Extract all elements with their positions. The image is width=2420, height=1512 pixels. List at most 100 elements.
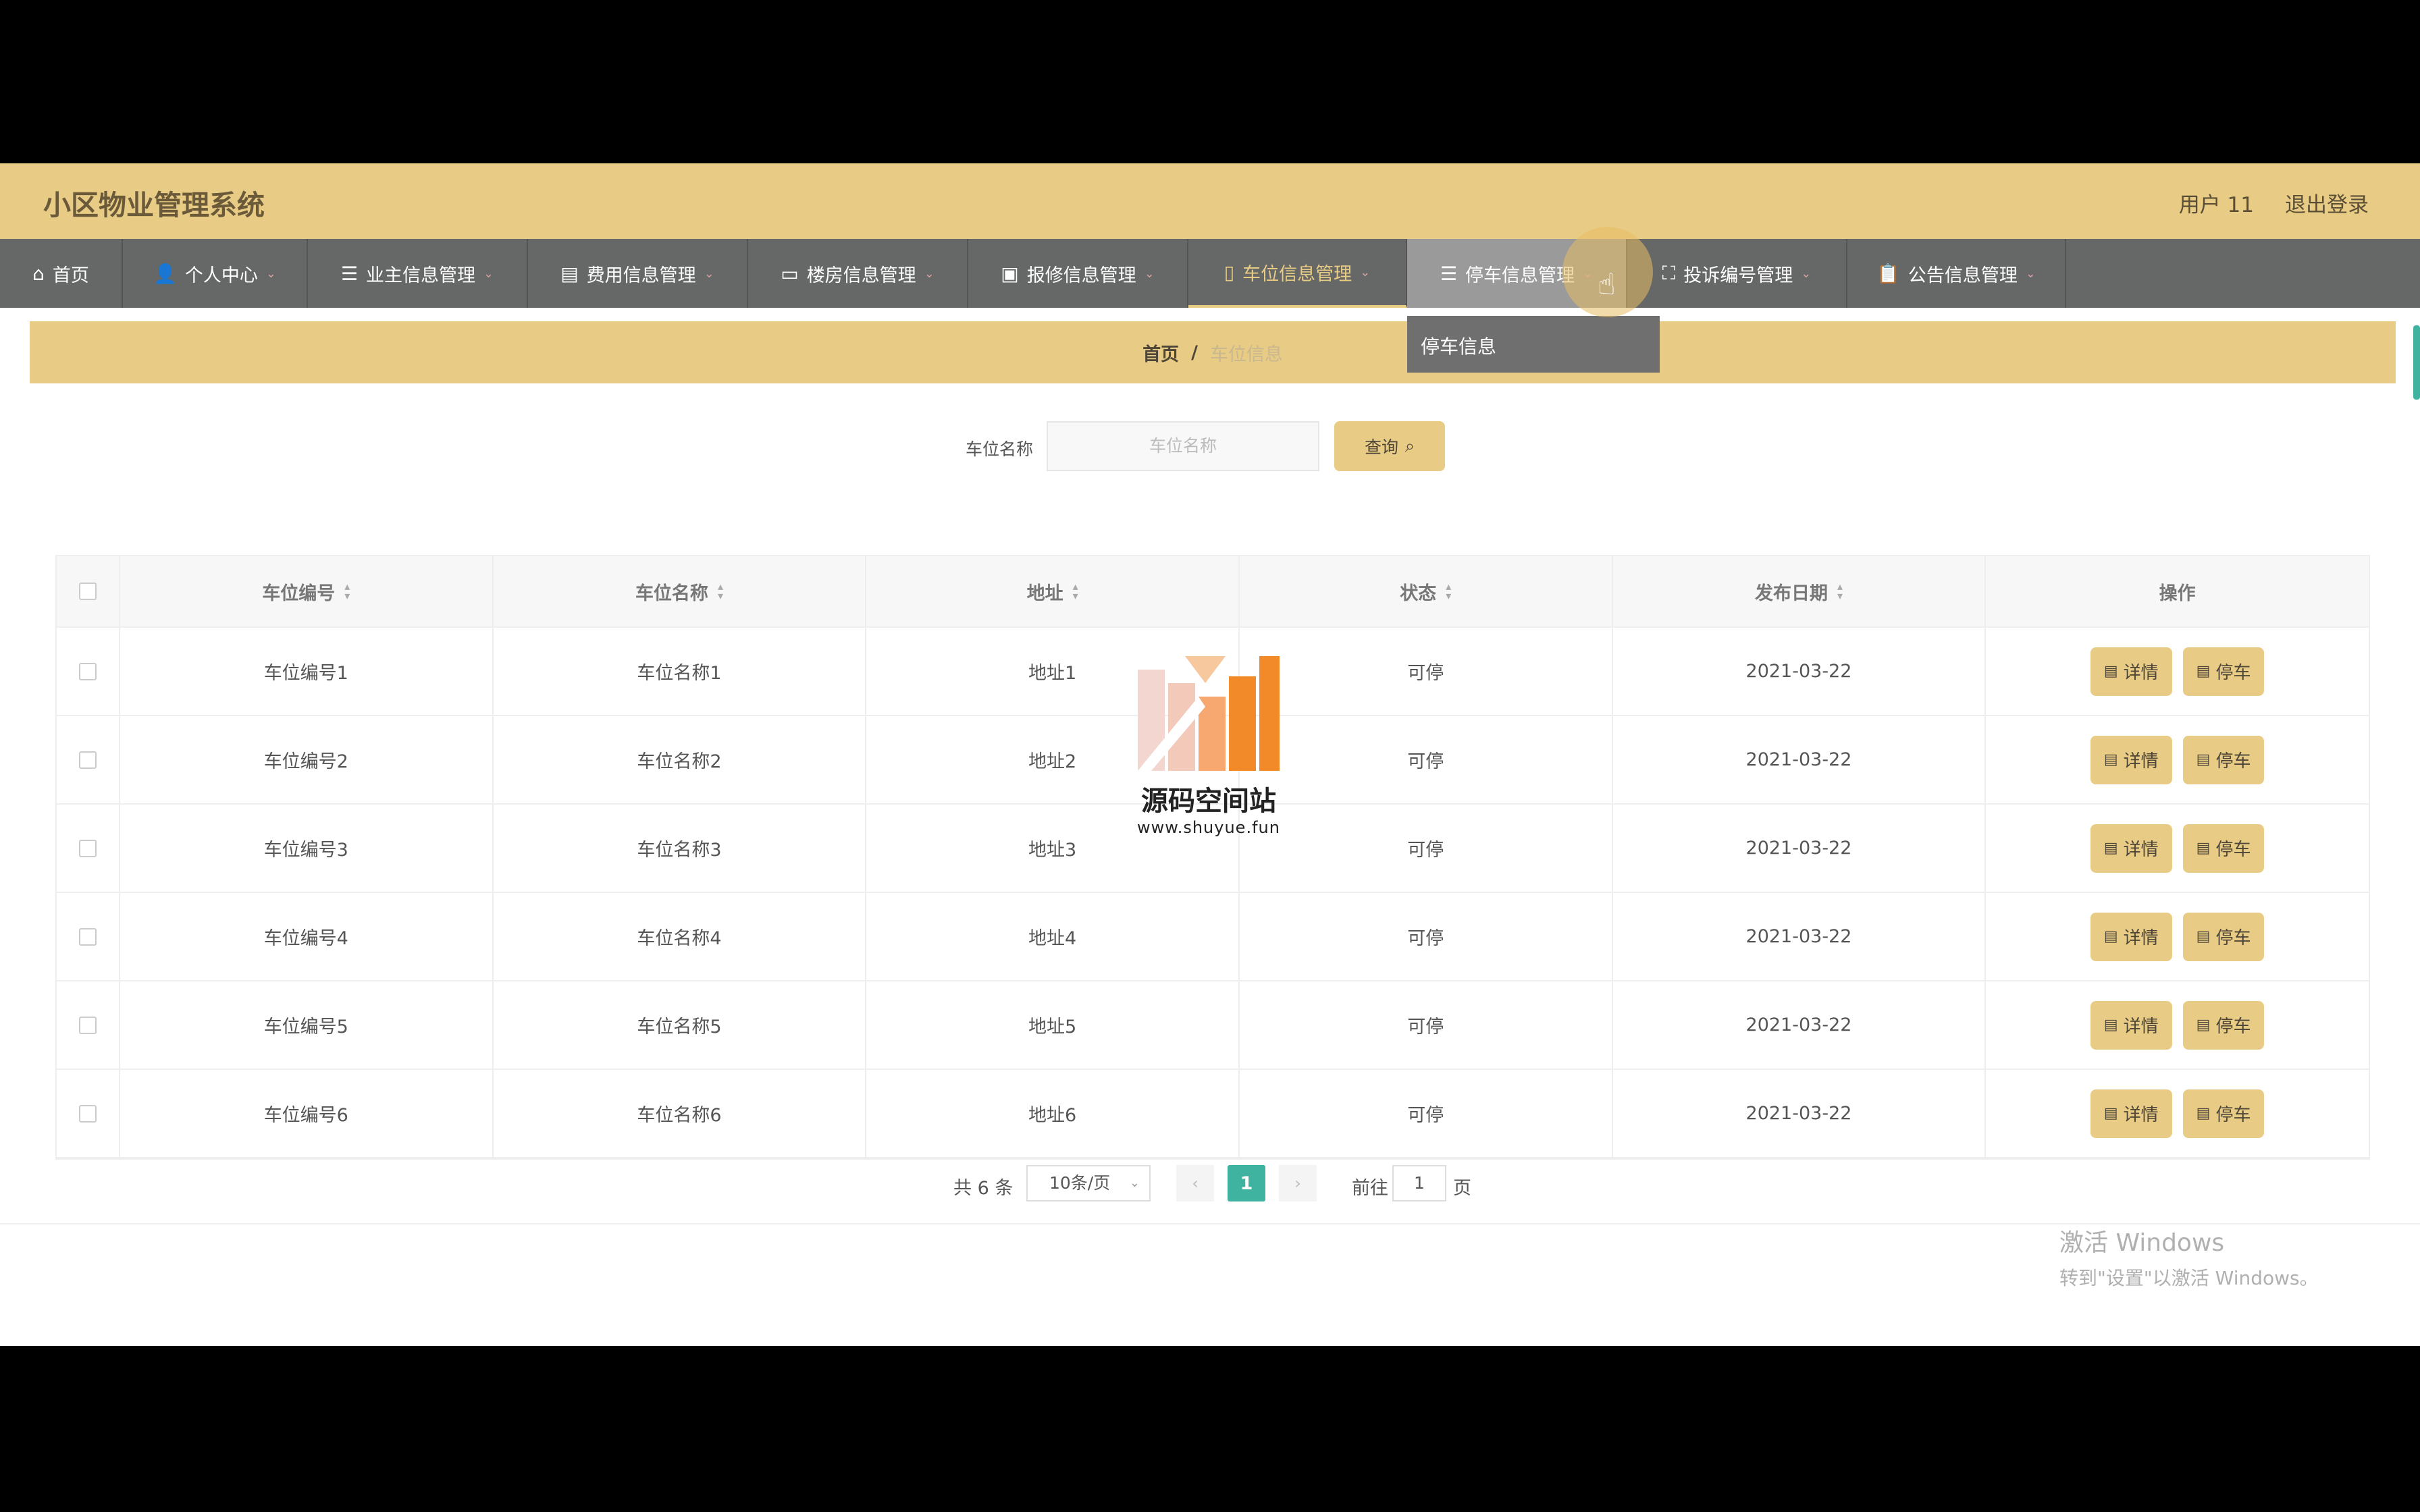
chevron-down-icon: ⌄ (1360, 265, 1371, 279)
search-bar: 车位名称 车位名称 查询 ⌕ (0, 421, 2420, 473)
select-all-checkbox[interactable] (78, 583, 97, 600)
park-button[interactable]: ▤ 停车 (2182, 1000, 2265, 1050)
row-checkbox[interactable] (78, 839, 97, 857)
activate-windows-notice: 激活 Windows 转到"设置"以激活 Windows。 (2059, 1223, 2319, 1291)
nav-item-owner-info[interactable]: ☰ 业主信息管理 ⌄ (308, 239, 528, 308)
row-checkbox[interactable] (78, 751, 97, 769)
nav-item-personal-center[interactable]: 👤 个人中心 ⌄ (123, 239, 308, 308)
column-header-label: 发布日期 (1754, 583, 1828, 604)
chevron-down-icon: ⌄ (1129, 1176, 1140, 1190)
document-icon: ▤ (2103, 840, 2118, 857)
logout-link[interactable]: 退出登录 (2285, 188, 2369, 218)
next-page-button[interactable]: › (1279, 1165, 1317, 1202)
nav-item-home[interactable]: ⌂ 首页 (0, 239, 123, 308)
park-button[interactable]: ▤ 停车 (2182, 735, 2265, 784)
column-header[interactable]: 车位名称 ▴ ▾ (494, 556, 867, 626)
column-header[interactable]: 发布日期 ▴ ▾ (1613, 556, 1987, 626)
page-size-select[interactable]: 10条/页 ⌄ (1026, 1165, 1151, 1202)
header: 小区物业管理系统 用户 11 退出登录 (0, 163, 2420, 239)
park-button[interactable]: ▤ 停车 (2182, 647, 2265, 696)
search-label: 车位名称 (966, 439, 1034, 459)
page-number-current[interactable]: 1 (1228, 1165, 1265, 1202)
cell-actions: ▤ 详情 ▤ 停车 (1986, 805, 2369, 892)
park-button-label: 停车 (2215, 928, 2251, 948)
search-button[interactable]: 查询 ⌕ (1334, 421, 1445, 471)
table-header: 车位编号 ▴ ▾ 车位名称 ▴ ▾ 地址 ▴ ▾ 状态 ▴ ▾ 发布日期 ▴ ▾ 操作 (57, 556, 2369, 628)
nav-item-building-info[interactable]: ▭ 楼房信息管理 ⌄ (748, 239, 968, 308)
chevron-down-icon: ⌄ (924, 266, 935, 281)
watermark-name: 源码空间站 (1141, 786, 1276, 817)
cell-actions: ▤ 详情 ▤ 停车 (1986, 716, 2369, 803)
chevron-left-icon: ‹ (1192, 1174, 1199, 1193)
sort-icon: ▴ ▾ (344, 580, 350, 602)
document-icon: ▤ (2196, 1105, 2211, 1122)
goto-page-input[interactable]: 1 (1392, 1165, 1446, 1202)
row-checkbox-cell (57, 981, 120, 1069)
pagination-total: 共 6 条 (953, 1178, 1014, 1199)
row-checkbox[interactable] (78, 1016, 97, 1034)
park-button[interactable]: ▤ 停车 (2182, 912, 2265, 961)
activate-windows-title: 激活 Windows (2059, 1229, 2225, 1257)
detail-button-label: 详情 (2123, 663, 2159, 683)
cell-code: 车位编号2 (120, 716, 494, 803)
document-icon: ▤ (2103, 1017, 2118, 1033)
nav-item-repair-info[interactable]: ▣ 报修信息管理 ⌄ (968, 239, 1188, 308)
detail-button[interactable]: ▤ 详情 (2090, 647, 2172, 696)
cell-actions: ▤ 详情 ▤ 停车 (1986, 628, 2369, 715)
detail-button[interactable]: ▤ 详情 (2090, 912, 2172, 961)
watermark-logo-icon (1138, 656, 1280, 771)
table-row: 车位编号4 车位名称4 地址4 可停 2021-03-22 ▤ 详情 ▤ 停车 (57, 893, 2369, 981)
document-icon: ▤ (2196, 1017, 2211, 1033)
detail-button[interactable]: ▤ 详情 (2090, 1000, 2172, 1050)
sort-icon: ▴ ▾ (1837, 580, 1843, 602)
chevron-down-icon: ⌄ (483, 266, 494, 281)
column-header[interactable]: 状态 ▴ ▾ (1240, 556, 1613, 626)
cell-address: 地址5 (866, 981, 1240, 1069)
row-checkbox[interactable] (78, 662, 97, 680)
cell-code: 车位编号5 (120, 981, 494, 1069)
detail-button[interactable]: ▤ 详情 (2090, 735, 2172, 784)
park-button-label: 停车 (2215, 840, 2251, 860)
divider (0, 1223, 2420, 1224)
cell-name: 车位名称1 (494, 628, 867, 715)
nav-item-parking-space-info[interactable]: ▯ 车位信息管理 ⌄ (1188, 239, 1407, 308)
park-button-label: 停车 (2215, 1105, 2251, 1125)
park-button-label: 停车 (2215, 751, 2251, 772)
chevron-down-icon: ⌄ (265, 266, 276, 281)
park-button[interactable]: ▤ 停车 (2182, 1089, 2265, 1138)
park-button[interactable]: ▤ 停车 (2182, 824, 2265, 873)
cell-actions: ▤ 详情 ▤ 停车 (1986, 1070, 2369, 1157)
nav-item-fee-info[interactable]: ▤ 费用信息管理 ⌄ (528, 239, 748, 308)
cell-name: 车位名称6 (494, 1070, 867, 1157)
cell-address: 地址4 (866, 893, 1240, 980)
detail-button-label: 详情 (2123, 751, 2159, 772)
detail-button[interactable]: ▤ 详情 (2090, 824, 2172, 873)
prev-page-button[interactable]: ‹ (1176, 1165, 1214, 1202)
dropdown-item-parking-info[interactable]: 停车信息 (1421, 335, 1496, 358)
nav-item-notice-info[interactable]: 📋 公告信息管理 ⌄ (1847, 239, 2066, 308)
data-table: 车位编号 ▴ ▾ 车位名称 ▴ ▾ 地址 ▴ ▾ 状态 ▴ ▾ 发布日期 ▴ ▾ 操作 车位编号1 … (55, 555, 2370, 1160)
search-input[interactable]: 车位名称 (1047, 421, 1319, 471)
column-header[interactable]: 地址 ▴ ▾ (866, 556, 1240, 626)
cell-status: 可停 (1240, 981, 1613, 1069)
column-header[interactable]: 车位编号 ▴ ▾ (120, 556, 494, 626)
scrollbar[interactable] (2413, 325, 2420, 400)
document-icon: ▤ (2103, 751, 2118, 768)
cell-date: 2021-03-22 (1613, 1070, 1987, 1157)
chevron-down-icon: ⌄ (704, 266, 714, 281)
cell-status: 可停 (1240, 1070, 1613, 1157)
goto-suffix: 页 (1453, 1178, 1471, 1199)
mobile-icon: ▯ (1224, 261, 1235, 284)
row-checkbox[interactable] (78, 927, 97, 946)
user-icon: 👤 (153, 262, 177, 285)
app-window: 小区物业管理系统 用户 11 退出登录 ⌂ 首页 👤 个人中心 ⌄ ☰ 业主信息… (0, 163, 2420, 1346)
detail-button[interactable]: ▤ 详情 (2090, 1089, 2172, 1138)
nav-item-complaint-info[interactable]: ⛶ 投诉编号管理 ⌄ (1627, 239, 1847, 308)
breadcrumb: 首页 / 车位信息 (30, 321, 2396, 383)
user-name[interactable]: 用户 11 (2179, 188, 2254, 218)
cell-code: 车位编号3 (120, 805, 494, 892)
chevron-down-icon: ⌄ (2025, 266, 2036, 281)
breadcrumb-home[interactable]: 首页 (1142, 340, 1179, 366)
row-checkbox[interactable] (78, 1104, 97, 1123)
app-title: 小区物业管理系统 (43, 189, 265, 221)
